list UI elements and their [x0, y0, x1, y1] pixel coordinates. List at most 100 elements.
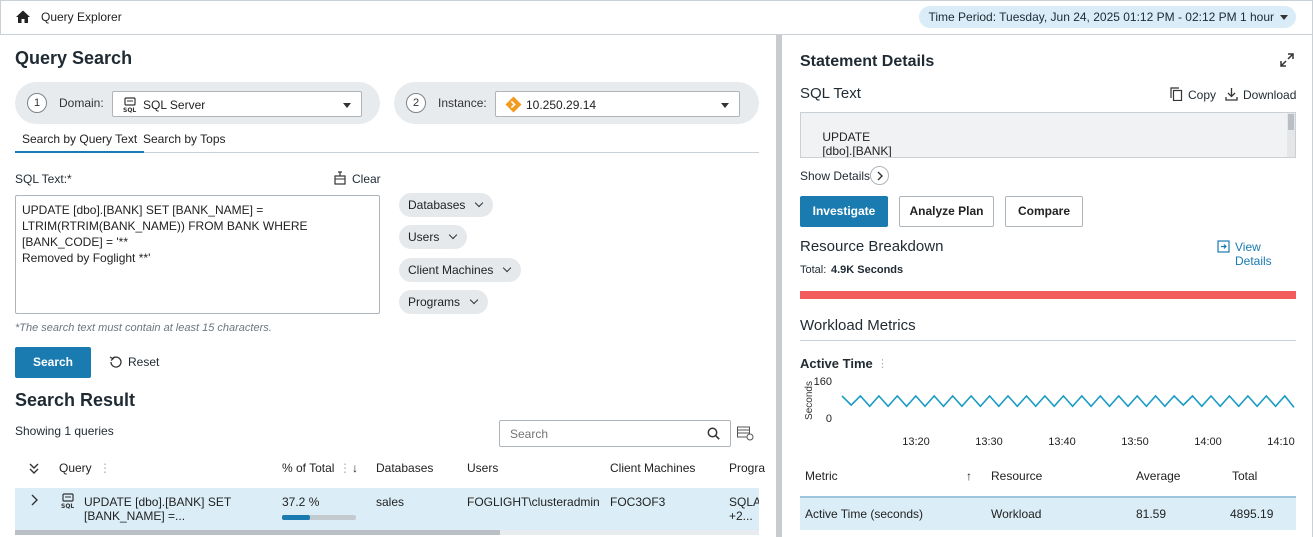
column-header-users[interactable]: Users: [467, 461, 498, 475]
program-cell-line1: SQLAg: [729, 495, 759, 509]
time-period-selector[interactable]: Time Period: Tuesday, Jun 24, 2025 01:12…: [919, 6, 1296, 28]
investigate-button[interactable]: Investigate: [800, 196, 888, 227]
column-header-percent[interactable]: % of Total: [282, 461, 334, 475]
column-header-programs[interactable]: Progra: [729, 461, 765, 475]
workload-metrics-title: Workload Metrics: [800, 317, 916, 334]
search-mode-tabs: Search by Query Text Search by Tops: [15, 131, 759, 153]
average-column-header[interactable]: Average: [1136, 469, 1180, 483]
filter-users[interactable]: Users: [399, 225, 468, 249]
sql-text-content: UPDATE [dbo].[BANK] SET: [822, 130, 892, 158]
tab-search-by-query-text[interactable]: Search by Query Text: [15, 131, 145, 153]
result-search-input[interactable]: [508, 426, 698, 442]
sql-server-icon: SQL: [123, 97, 136, 113]
view-details-label: View Details: [1235, 240, 1272, 268]
query-text-line2: [BANK_NAME] =...: [84, 509, 186, 523]
query-text-line1: UPDATE [dbo].[BANK] SET: [84, 495, 232, 509]
column-settings-icon[interactable]: [737, 426, 754, 441]
show-details-button[interactable]: [870, 166, 889, 185]
open-in-icon: [1217, 240, 1230, 253]
chevron-down-icon: [721, 103, 729, 108]
search-icon[interactable]: [707, 427, 720, 440]
filter-programs[interactable]: Programs: [399, 290, 489, 314]
y-tick-label: 160: [814, 377, 832, 388]
sql-text-viewer[interactable]: UPDATE [dbo].[BANK] SET: [800, 112, 1296, 158]
search-button[interactable]: Search: [15, 347, 91, 378]
filter-label: Users: [408, 230, 440, 244]
domain-select[interactable]: SQL SQL Server: [112, 91, 362, 117]
column-header-client-machines[interactable]: Client Machines: [610, 461, 695, 475]
filter-label: Client Machines: [408, 263, 494, 277]
download-icon: [1225, 88, 1238, 101]
chevron-down-icon: [449, 230, 458, 240]
column-menu-icon[interactable]: ⋮: [99, 461, 111, 475]
app-title: Query Explorer: [41, 10, 122, 24]
scrollbar-thumb[interactable]: [15, 530, 500, 535]
resource-breakdown-title: Resource Breakdown: [800, 238, 944, 255]
domain-value: SQL Server: [143, 98, 206, 112]
column-menu-icon[interactable]: ⋮: [339, 461, 351, 475]
clear-icon: [334, 171, 346, 185]
total-label: Total:: [800, 264, 827, 276]
resource-cell: Workload: [991, 507, 1042, 521]
total-cell: 4895.19: [1230, 507, 1274, 521]
client-machine-cell: FOC3OF3: [610, 495, 666, 509]
svg-text:SQL: SQL: [123, 107, 136, 113]
sql-text-input[interactable]: UPDATE [dbo].[BANK] SET [BANK_NAME] = LT…: [15, 195, 380, 314]
resource-breakdown-bar[interactable]: [800, 291, 1296, 299]
chevron-down-icon: [469, 295, 479, 305]
y-tick-label: 0: [826, 413, 832, 425]
instance-select[interactable]: 10.250.29.14: [495, 91, 740, 117]
active-time-title: Active Time: [800, 356, 873, 371]
expand-icon[interactable]: [1280, 53, 1294, 67]
resource-column-header[interactable]: Resource: [991, 469, 1042, 483]
analyze-plan-button[interactable]: Analyze Plan: [899, 196, 994, 227]
chevron-right-icon[interactable]: [30, 494, 40, 506]
filter-label: Databases: [408, 198, 466, 212]
reset-icon: [109, 356, 122, 368]
tab-search-by-tops[interactable]: Search by Tops: [136, 131, 233, 153]
active-time-series-line[interactable]: [841, 394, 1295, 408]
vertical-scrollbar[interactable]: [1287, 113, 1295, 157]
column-header-query[interactable]: Query: [59, 461, 92, 475]
query-search-title: Query Search: [15, 48, 133, 68]
x-tick-label: 13:20: [902, 436, 930, 448]
copy-label: Copy: [1188, 88, 1217, 102]
clear-label: Clear: [352, 172, 381, 186]
metric-name-cell: Active Time (seconds): [805, 507, 924, 521]
total-column-header[interactable]: Total: [1232, 469, 1257, 483]
horizontal-scrollbar[interactable]: [15, 530, 759, 535]
filter-label: Programs: [408, 295, 461, 309]
sort-descending-icon[interactable]: ↓: [352, 461, 358, 475]
statement-details-title: Statement Details: [800, 53, 935, 70]
collapse-all-icon[interactable]: [28, 462, 40, 476]
column-header-databases[interactable]: Databases: [376, 461, 433, 475]
scrollbar-thumb[interactable]: [1288, 114, 1294, 130]
table-row[interactable]: Active Time (seconds) Workload 81.59 489…: [800, 496, 1296, 530]
x-tick-label: 14:00: [1194, 436, 1222, 448]
search-result-title: Search Result: [15, 390, 136, 410]
chevron-down-icon: [343, 103, 351, 108]
filter-databases[interactable]: Databases: [399, 193, 494, 217]
reset-label: Reset: [128, 355, 160, 369]
sql-server-icon: SQL: [61, 493, 74, 509]
chevron-down-icon: [475, 198, 484, 208]
show-details-label[interactable]: Show Details: [800, 169, 870, 183]
domain-selector-group: 1 Domain: SQL SQL Server: [15, 82, 380, 124]
copy-icon: [1170, 87, 1183, 101]
average-cell: 81.59: [1136, 507, 1167, 521]
sql-text-title: SQL Text: [800, 85, 861, 102]
home-icon[interactable]: [15, 9, 31, 25]
program-cell-line2: +2...: [729, 509, 753, 523]
percent-progress-bar: [282, 515, 356, 520]
sort-ascending-icon[interactable]: ↑: [966, 469, 972, 483]
svg-text:SQL: SQL: [61, 503, 74, 509]
filter-client-machines[interactable]: Client Machines: [399, 258, 522, 282]
step-badge-1: 1: [27, 93, 47, 113]
chevron-down-icon: [503, 263, 512, 273]
compare-button[interactable]: Compare: [1005, 196, 1083, 227]
active-time-chart: Seconds 016013:20 13:30 13:40 13:50 14:00 14:1…: [804, 377, 1295, 448]
info-icon[interactable]: ⋮: [877, 357, 888, 370]
top-bar: Query Explorer Time Period: Tuesday, Jun…: [0, 0, 1313, 35]
chevron-down-icon: [1280, 15, 1288, 20]
metric-column-header[interactable]: Metric: [805, 469, 838, 483]
